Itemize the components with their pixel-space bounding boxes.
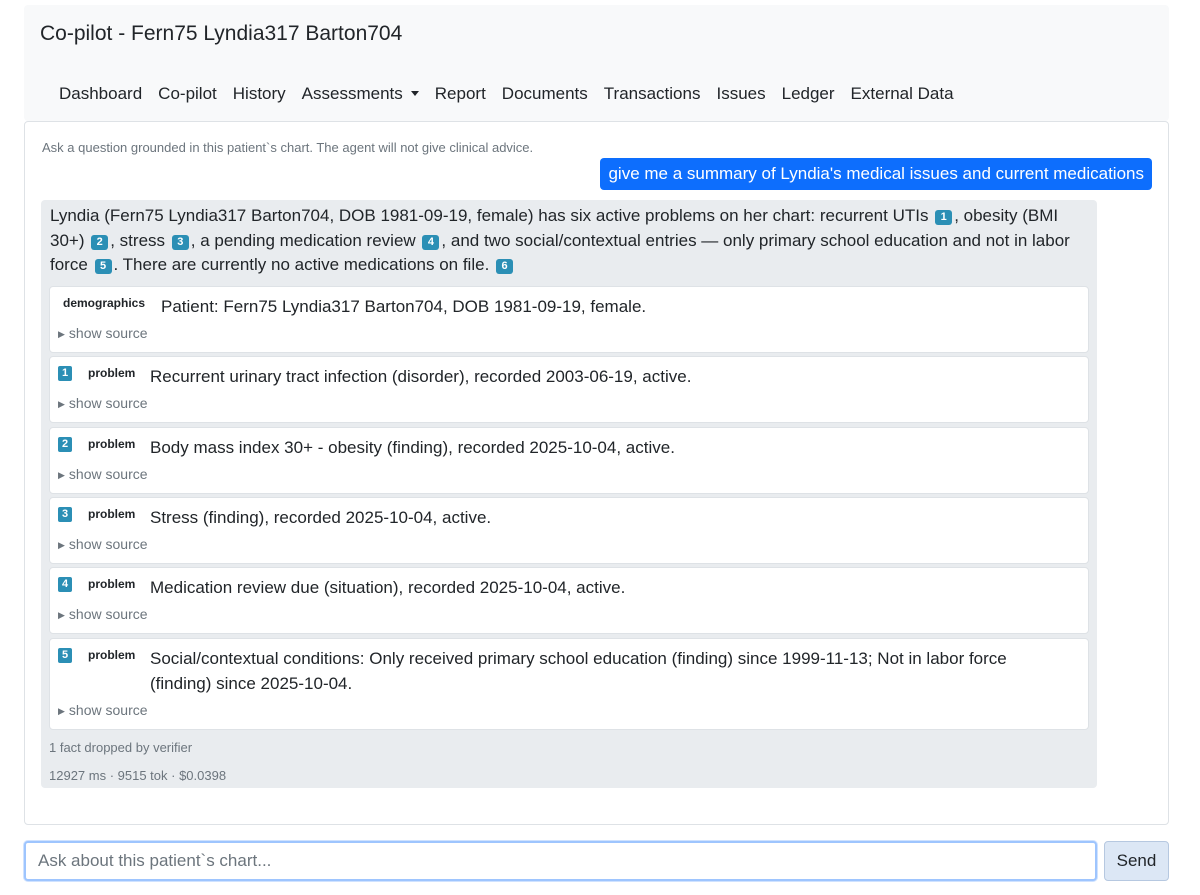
fact-number-badge: 1 [58,366,72,381]
fact-text: Body mass index 30+ - obesity (finding),… [150,438,675,457]
verifier-note: 1 fact dropped by verifier [49,740,193,755]
show-source-label: show source [68,466,148,482]
answer-text-segment: . There are currently no active medicati… [113,255,490,274]
assistant-answer: Lyndia (Fern75 Lyndia317 Barton704, DOB … [41,200,1097,788]
fact-card-problem-2: 2 problem Body mass index 30+ - obesity … [49,427,1089,494]
show-source-label: show source [68,325,148,341]
show-source-toggle[interactable]: ▶ show source [58,466,148,482]
fact-text: Social/contextual conditions: Only recei… [150,649,1007,693]
fact-type-label: problem [88,577,136,591]
nav-transactions[interactable]: Transactions [604,84,701,104]
show-source-label: show source [68,536,148,552]
show-source-toggle[interactable]: ▶ show source [58,606,148,622]
fact-card-demographics: demographics Patient: Fern75 Lyndia317 B… [49,286,1089,353]
fact-type-label: problem [88,366,136,380]
show-source-toggle[interactable]: ▶ show source [58,395,148,411]
chat-input[interactable] [24,841,1097,881]
nav-co-pilot[interactable]: Co-pilot [158,84,217,104]
main-nav: Dashboard Co-pilot History Assessments R… [59,84,970,104]
response-stats: 12927 ms · 9515 tok · $0.0398 [49,768,227,783]
user-message-bubble: give me a summary of Lyndia's medical is… [600,158,1152,190]
citation-badge[interactable]: 2 [91,234,109,250]
show-source-toggle[interactable]: ▶ show source [58,536,148,552]
citation-badge[interactable]: 5 [94,259,112,274]
triangle-right-icon: ▶ [58,399,65,409]
fact-type-label: problem [88,648,136,662]
answer-text-segment: , stress [110,230,166,250]
fact-number-badge: 2 [58,437,72,452]
fact-card-problem-3: 3 problem Stress (finding), recorded 202… [49,497,1089,564]
fact-card-problem-4: 4 problem Medication review due (situati… [49,567,1089,634]
answer-text-segment: , a pending medication review [190,230,416,250]
show-source-label: show source [68,702,148,718]
show-source-toggle[interactable]: ▶ show source [58,325,148,341]
triangle-right-icon: ▶ [58,540,65,550]
fact-number-badge: 5 [58,648,72,663]
nav-assessments-label: Assessments [301,84,403,103]
nav-assessments-dropdown[interactable]: Assessments [302,84,419,104]
send-button[interactable]: Send [1104,841,1169,881]
chat-hint: Ask a question grounded in this patient`… [42,140,534,155]
nav-report[interactable]: Report [435,84,486,104]
show-source-label: show source [68,606,148,622]
app-header: Co-pilot - Fern75 Lyndia317 Barton704 Da… [24,5,1169,121]
fact-card-problem-5: 5 problem Social/contextual conditions: … [49,638,1089,730]
triangle-right-icon: ▶ [58,706,65,716]
fact-text: Recurrent urinary tract infection (disor… [150,367,692,386]
nav-history[interactable]: History [233,84,286,104]
answer-text-segment: Lyndia (Fern75 Lyndia317 Barton704, DOB … [50,206,929,225]
chat-panel: Ask a question grounded in this patient`… [24,121,1169,825]
nav-documents[interactable]: Documents [502,84,588,104]
nav-issues[interactable]: Issues [716,84,765,104]
fact-text: Patient: Fern75 Lyndia317 Barton704, DOB… [161,297,647,316]
answer-summary: Lyndia (Fern75 Lyndia317 Barton704, DOB … [50,204,1090,278]
nav-dashboard[interactable]: Dashboard [59,84,142,104]
fact-text: Stress (finding), recorded 2025-10-04, a… [150,508,492,527]
caret-down-icon [410,91,419,96]
fact-type-label: problem [88,507,136,521]
show-source-label: show source [68,395,148,411]
citation-badge[interactable]: 6 [496,259,514,274]
show-source-toggle[interactable]: ▶ show source [58,702,148,718]
fact-card-problem-1: 1 problem Recurrent urinary tract infect… [49,356,1089,423]
fact-number-badge: 4 [58,577,72,592]
fact-type-label: demographics [63,296,146,310]
triangle-right-icon: ▶ [58,610,65,620]
fact-number-badge: 3 [58,507,72,522]
triangle-right-icon: ▶ [58,470,65,480]
nav-ledger[interactable]: Ledger [782,84,835,104]
fact-text: Medication review due (situation), recor… [150,578,626,597]
triangle-right-icon: ▶ [58,329,65,339]
fact-type-label: problem [88,437,136,451]
citation-badge[interactable]: 3 [171,234,189,250]
nav-external-data[interactable]: External Data [851,84,954,104]
app-title: Co-pilot - Fern75 Lyndia317 Barton704 [40,22,403,45]
citation-badge[interactable]: 4 [422,234,440,250]
citation-badge[interactable]: 1 [935,210,953,225]
